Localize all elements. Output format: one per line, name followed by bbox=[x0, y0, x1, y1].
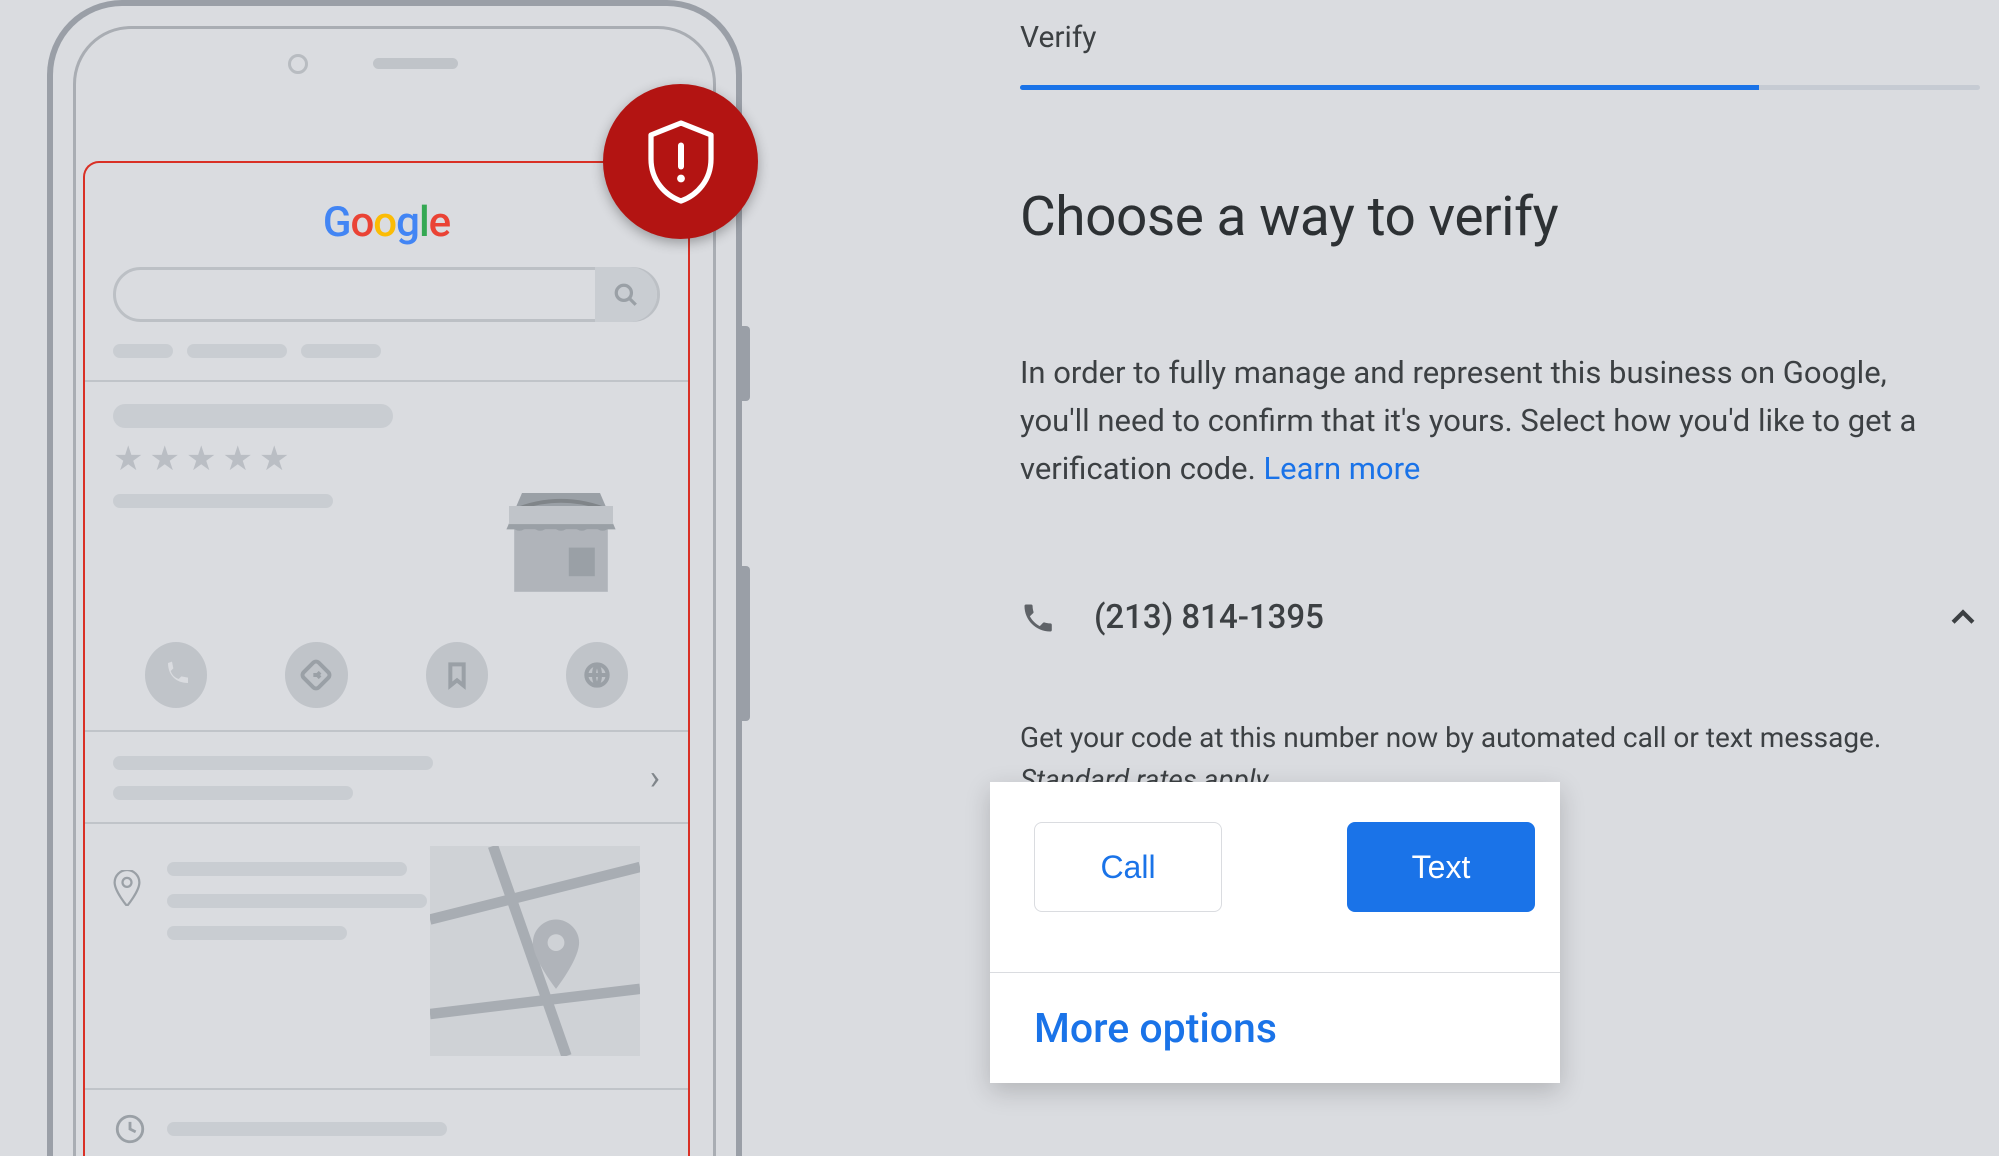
location-pin-icon bbox=[113, 870, 141, 906]
shield-alert-badge bbox=[603, 84, 758, 239]
verify-description: In order to fully manage and represent t… bbox=[1020, 349, 1940, 493]
storefront-icon bbox=[496, 467, 626, 597]
chevron-right-icon: › bbox=[650, 758, 660, 798]
clock-icon bbox=[113, 1112, 147, 1146]
call-button[interactable]: Call bbox=[1034, 822, 1222, 912]
phone-icon bbox=[1020, 600, 1056, 636]
verify-phone-illustration: Google ★★★★★ bbox=[47, 0, 767, 1156]
search-icon bbox=[595, 267, 657, 322]
chevron-up-icon bbox=[1946, 601, 1980, 635]
page-title: Choose a way to verify bbox=[1020, 185, 1980, 249]
google-logo: Google bbox=[113, 198, 660, 247]
bookmark-icon bbox=[426, 642, 488, 708]
progress-bar bbox=[1020, 85, 1980, 90]
phone-number: (213) 814-1395 bbox=[1094, 598, 1324, 637]
verify-description-text: In order to fully manage and represent t… bbox=[1020, 354, 1916, 487]
call-icon bbox=[145, 642, 207, 708]
phone-verify-row[interactable]: (213) 814-1395 bbox=[1020, 598, 1980, 637]
verify-action-card: Call Text More options bbox=[990, 782, 1560, 1083]
text-button[interactable]: Text bbox=[1347, 822, 1535, 912]
directions-icon bbox=[285, 642, 347, 708]
map-thumbnail bbox=[430, 846, 640, 1056]
more-options-link[interactable]: More options bbox=[1034, 1005, 1516, 1053]
globe-icon bbox=[566, 642, 628, 708]
progress-step-label: Verify bbox=[1020, 20, 1980, 55]
learn-more-link[interactable]: Learn more bbox=[1263, 450, 1420, 487]
phone-screen: Google ★★★★★ bbox=[83, 161, 690, 1156]
search-bar-placeholder bbox=[113, 267, 660, 322]
